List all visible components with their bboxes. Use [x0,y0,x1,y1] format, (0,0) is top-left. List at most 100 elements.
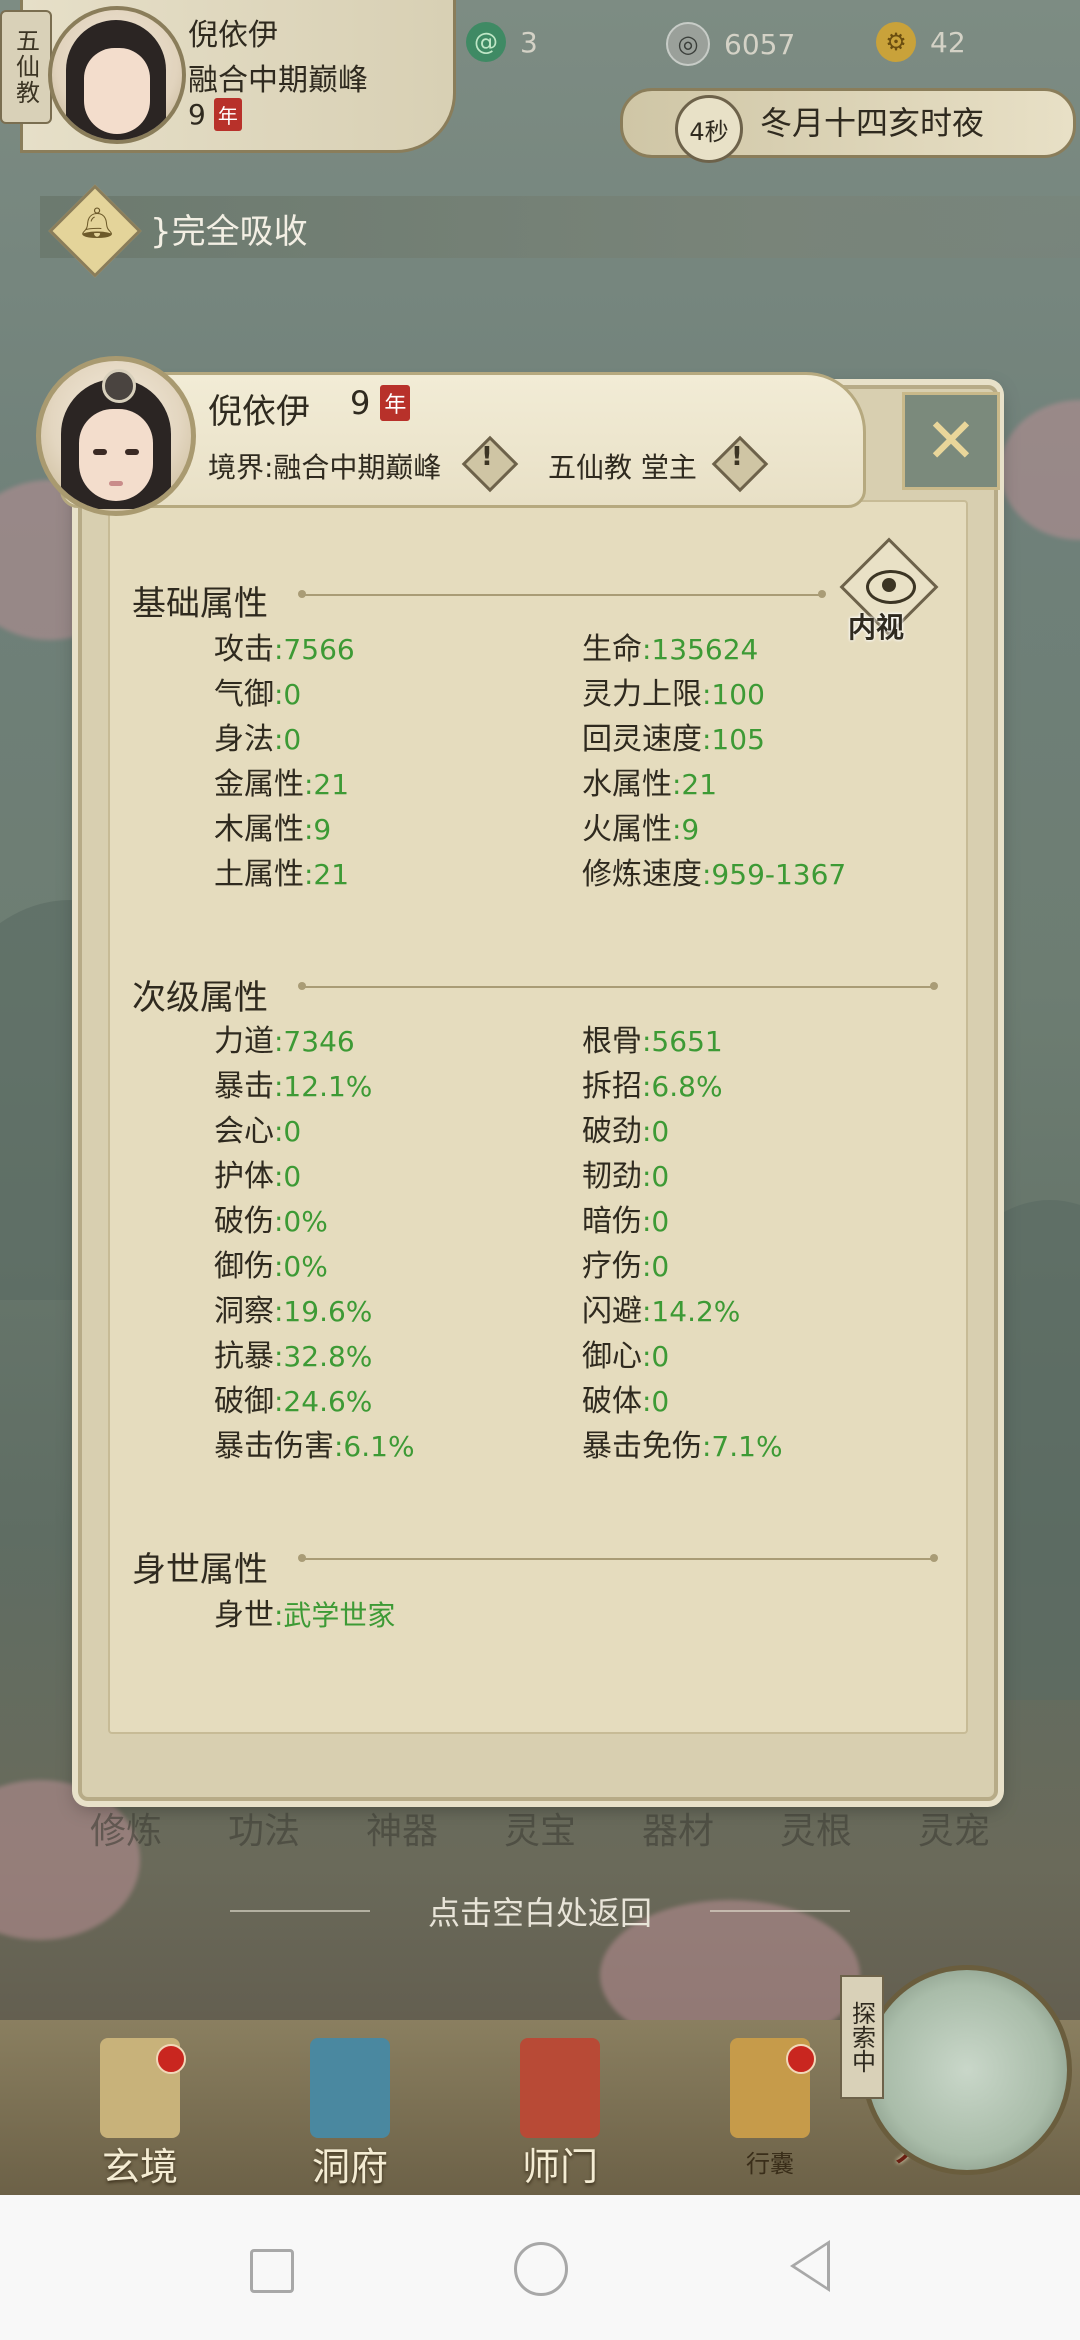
profile-sect: 五仙教 堂主 [548,451,697,484]
attribute-value: :0% [274,1250,328,1283]
attribute-4-1: 火属性:9 [582,804,699,848]
attribute-7-1: 御心:0 [582,1331,669,1375]
attribute-label: 水属性 [582,767,672,802]
sect-tab[interactable]: 五仙教 [0,10,52,124]
attribute-value: :21 [304,768,350,801]
attribute-9-0: 暴击伤害:6.1% [214,1421,415,1465]
attribute-value: :14.2% [642,1295,741,1328]
attribute-4-0: 破伤:0% [214,1196,328,1240]
attribute-label: 身法 [214,722,274,757]
close-icon: ✕ [925,404,977,477]
attribute-value: :7566 [274,633,355,666]
attribute-value: :105 [702,723,765,756]
attribute-value: :0 [642,1340,670,1373]
explore-status-badge: 探索中 [840,1975,884,2099]
attribute-label: 御伤 [214,1249,274,1284]
attribute-3-1: 韧劲:0 [582,1151,669,1195]
strength-icon: ⚙ [876,22,916,62]
attribute-2-0: 会心:0 [214,1106,301,1150]
attribute-0-0: 身世:武学世家 [214,1590,395,1634]
attribute-label: 气御 [214,677,274,712]
attribute-label: 破劲 [582,1114,642,1149]
attribute-value: :0 [642,1385,670,1418]
section-title-basic: 基础属性 [132,584,268,624]
attribute-5-0: 御伤:0% [214,1241,328,1285]
attribute-value: :5651 [642,1025,723,1058]
section-divider [298,1554,938,1562]
resource-strength[interactable]: ⚙ 42 [876,22,966,62]
attribute-label: 身世 [214,1598,274,1633]
attribute-value: :0 [642,1160,670,1193]
home-icon[interactable] [514,2242,568,2296]
attribute-1-1: 拆招:6.8% [582,1061,723,1105]
attribute-5-0: 土属性:21 [214,849,349,893]
underlying-menu: 修炼 功法 神器 灵宝 器材 灵根 灵宠 [90,1802,990,1854]
attribute-value: :0 [274,1115,302,1148]
nav-item-2[interactable]: 师门 [480,2028,640,2189]
attribute-0-0: 攻击:7566 [214,624,355,668]
attribute-label: 攻击 [214,632,274,667]
resource-strength-value: 42 [930,25,966,59]
attribute-3-1: 水属性:21 [582,759,717,803]
notification-dot [156,2044,186,2074]
hud-realm: 融合中期巅峰 [188,63,368,98]
attribute-0-1: 生命:135624 [582,624,758,668]
resource-coin[interactable]: ◎ 6057 [666,22,795,66]
exclamation-icon: ! [731,442,743,472]
nav-label: 洞府 [311,2145,388,2189]
attribute-9-1: 暴击免伤:7.1% [582,1421,783,1465]
attribute-label: 护体 [214,1159,274,1194]
back-icon[interactable] [790,2240,830,2292]
nav-label: 玄境 [101,2145,178,2189]
attribute-5-1: 疗伤:0 [582,1241,669,1285]
attribute-value: :12.1% [274,1070,373,1103]
attribute-value: :32.8% [274,1340,373,1373]
timer-countdown: 4秒 [675,95,743,163]
profile-avatar [36,356,196,516]
section-divider [298,590,826,598]
attribute-label: 疗伤 [582,1249,642,1284]
return-hint[interactable]: 点击空白处返回 [0,1888,1080,1934]
hud-avatar[interactable] [48,6,186,144]
menu-item: 修炼 [90,1811,163,1852]
recent-apps-icon[interactable] [250,2249,294,2293]
attribute-value: :135624 [642,633,759,666]
attribute-label: 破伤 [214,1204,274,1239]
menu-item: 灵宠 [917,1811,990,1852]
resource-spirit[interactable]: @ 3 [466,22,538,62]
attribute-label: 洞察 [214,1294,274,1329]
nav-item-0[interactable]: 玄境 [60,2028,220,2189]
date-time-label: 冬月十四亥时夜 [760,104,985,142]
attribute-value: :6.1% [334,1430,415,1463]
attribute-label: 拆招 [582,1069,642,1104]
attribute-value: :0 [274,723,302,756]
close-button[interactable]: ✕ [902,392,1000,490]
exclamation-icon: ! [481,442,493,472]
profile-name: 倪依伊 [208,392,310,432]
menu-item: 器材 [641,1811,714,1852]
coin-icon: ◎ [666,22,710,66]
attribute-label: 破御 [214,1384,274,1419]
attribute-1-0: 暴击:12.1% [214,1061,372,1105]
notice-text: }完全吸收 [150,212,308,252]
inner-view-button[interactable]: 内视 [839,537,939,644]
attribute-label: 暴击 [214,1069,274,1104]
resource-coin-value: 6057 [724,27,796,61]
attribute-value: :0 [274,678,302,711]
attribute-2-1: 回灵速度:105 [582,714,765,758]
explore-world-button[interactable] [862,1965,1072,2175]
profile-age: 9 年 [350,384,411,422]
nav-item-3[interactable]: 行囊 [690,2028,850,2188]
attribute-value: :0 [642,1115,670,1148]
attribute-3-0: 护体:0 [214,1151,301,1195]
section-title-secondary: 次级属性 [132,978,268,1018]
attribute-label: 力道 [214,1024,274,1059]
attribute-value: :9 [672,813,700,846]
attribute-value: :0 [274,1160,302,1193]
attribute-7-0: 抗暴:32.8% [214,1331,372,1375]
attribute-label: 韧劲 [582,1159,642,1194]
attribute-value: :7346 [274,1025,355,1058]
attribute-0-1: 根骨:5651 [582,1016,723,1060]
nav-item-1[interactable]: 洞府 [270,2028,430,2189]
attribute-label: 暴击免伤 [582,1429,702,1464]
